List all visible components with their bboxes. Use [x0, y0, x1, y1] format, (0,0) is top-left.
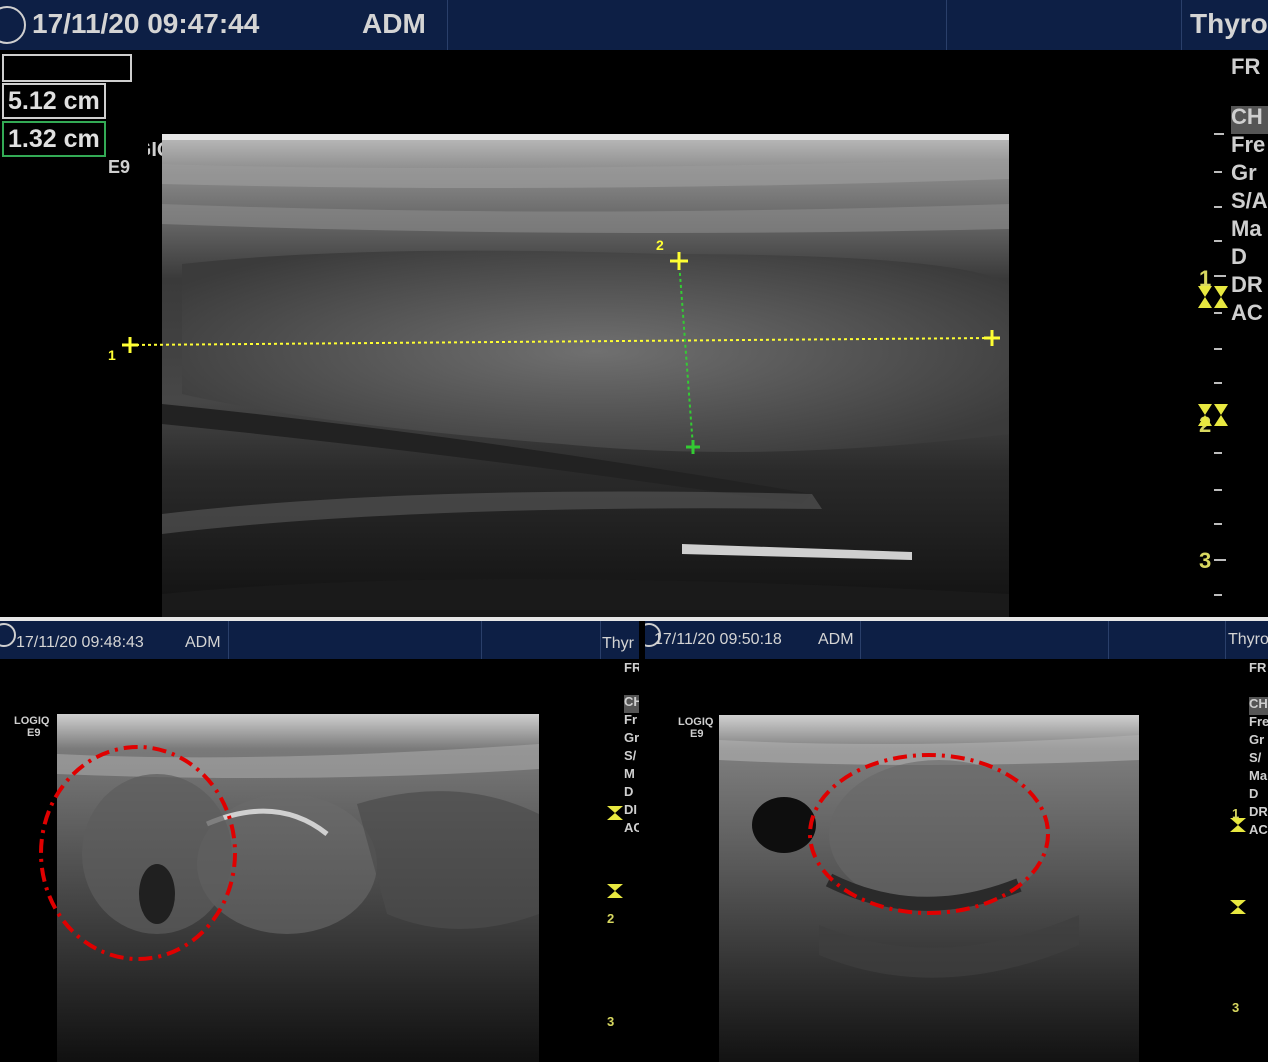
- bl-depth-label-3: 3: [607, 1014, 615, 1029]
- bl-param-list: FR CH Fr Gr S/ M D DI AC: [624, 661, 640, 839]
- param-sa: S/A: [1231, 188, 1268, 213]
- caliper-line-1: [129, 337, 993, 346]
- focus-marker-icon: [1198, 286, 1228, 308]
- caliper-2-label: 2: [656, 237, 664, 253]
- param-ch: CH: [1231, 106, 1268, 134]
- br-param-ch: CH: [1249, 697, 1268, 715]
- br-param-dr: DR: [1249, 804, 1268, 819]
- br-param-fr: FR: [1249, 661, 1267, 675]
- top-ultrasound-panel: 17/11/20 09:47:44 ADM Thyro 5.12 cm 1.32…: [0, 0, 1268, 617]
- br-param-d: D: [1249, 786, 1259, 801]
- caliper-1-start-cross: [122, 337, 138, 353]
- br-param-list: FR CH Fre Gr S/ Ma D DR AC: [1249, 661, 1268, 841]
- param-ac: AC: [1231, 300, 1263, 325]
- caliper-line-2: [678, 260, 694, 448]
- param-d: D: [1231, 244, 1247, 269]
- bl-param-ch: CH: [624, 695, 640, 713]
- param-fre: Fre: [1231, 132, 1266, 157]
- depth-label-3: 3: [1199, 548, 1212, 573]
- param-fr: FR: [1231, 54, 1261, 79]
- focus-marker-2-icon: [1198, 404, 1228, 426]
- bl-focus-marker-2-icon: [607, 884, 623, 898]
- caliper-2-start-cross: [670, 252, 688, 270]
- caliper-overlay: [122, 252, 1000, 454]
- bl-param-fr2: Fr: [624, 712, 637, 727]
- bl-focus-marker-icon: [607, 806, 623, 820]
- bottom-left-ultrasound-panel: 17/11/20 09:48:43 ADM Thyr LOGIQ E9 FR C…: [0, 621, 640, 1062]
- param-gr: Gr: [1231, 160, 1257, 185]
- bl-param-dr: DI: [624, 802, 637, 817]
- bl-param-gr: Gr: [624, 730, 640, 745]
- br-focus-marker-2-icon: [1230, 900, 1246, 914]
- br-red-circle-annotation: [808, 753, 1050, 915]
- caliper-1-end-cross: [984, 330, 1000, 346]
- caliper-1-label: 1: [108, 347, 116, 363]
- param-ma: Ma: [1231, 216, 1262, 241]
- caliper-2-end-cross: [686, 440, 700, 454]
- bl-param-ac: AC: [624, 820, 640, 835]
- br-param-fre: Fre: [1249, 714, 1268, 729]
- bl-depth-label-2: 2: [607, 911, 615, 926]
- bl-param-m: M: [624, 766, 635, 781]
- br-depth-label-3: 3: [1232, 1000, 1240, 1015]
- br-param-gr: Gr: [1249, 732, 1265, 747]
- bl-annotation-overlay: [39, 745, 237, 961]
- br-param-ma: Ma: [1249, 768, 1268, 783]
- br-param-ac: AC: [1249, 822, 1268, 837]
- br-param-sa: S/: [1249, 750, 1262, 765]
- br-annotation-overlay: [808, 753, 1050, 915]
- param-dr: DR: [1231, 272, 1263, 297]
- bl-param-d: D: [624, 784, 634, 799]
- top-param-list: FR CH Fre Gr S/A Ma D DR AC: [1231, 56, 1268, 330]
- bottom-right-ultrasound-panel: 17/11/20 09:50:18 ADM Thyro LOGIQ E9 FR …: [645, 621, 1268, 1062]
- bl-param-sa: S/: [624, 748, 637, 763]
- bl-param-fr: FR: [624, 661, 640, 675]
- br-focus-marker-icon: [1230, 818, 1246, 832]
- bl-red-circle-annotation: [39, 745, 237, 961]
